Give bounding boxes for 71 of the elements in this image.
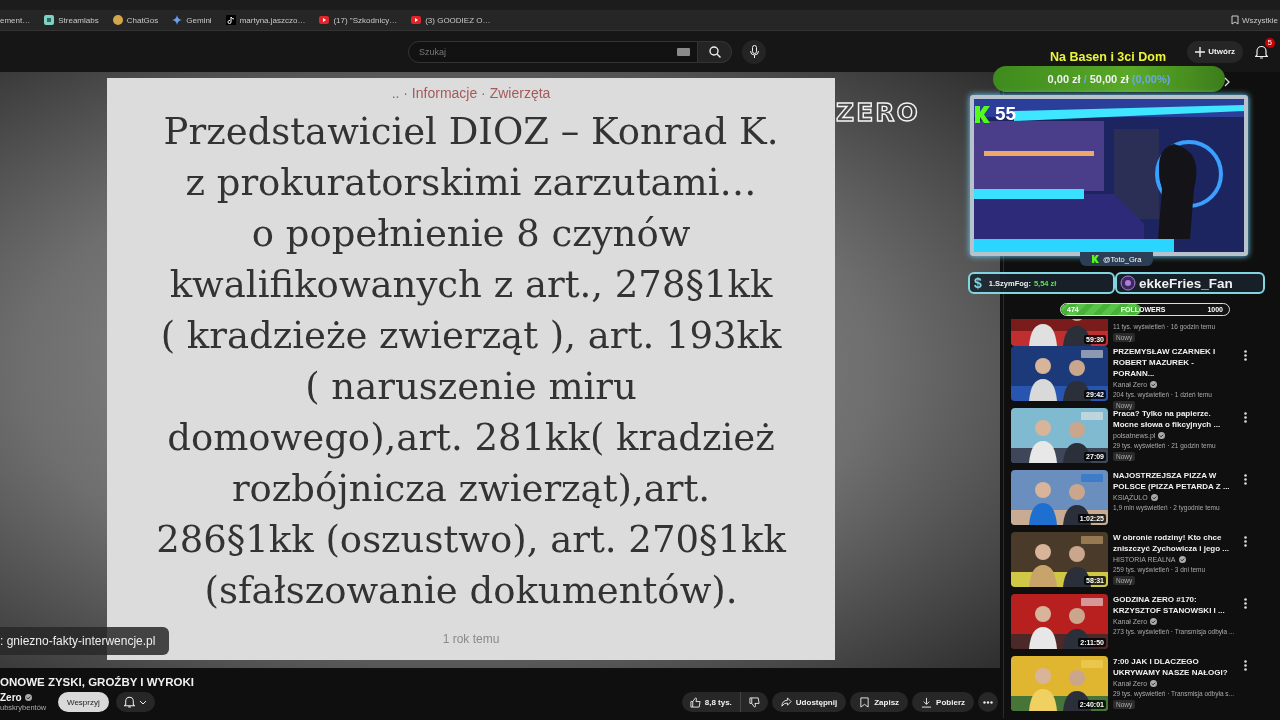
share-button[interactable]: Udostępnij <box>771 692 847 712</box>
mic-button[interactable] <box>742 39 766 64</box>
goal-amount: 0,00 zł <box>1047 73 1081 85</box>
more-icon[interactable] <box>1244 474 1247 485</box>
mic-icon <box>749 45 759 58</box>
bookmark-link[interactable]: ement… <box>0 15 31 25</box>
video-title[interactable]: GODZINA ZERO #170: KRZYSZTOF STANOWSKI I ... <box>1113 594 1235 616</box>
search-field[interactable]: Szukaj <box>408 40 698 63</box>
viewer-count: 55 <box>995 103 1017 125</box>
notification-button[interactable] <box>115 692 155 712</box>
bookmark-icon[interactable] <box>1231 15 1239 25</box>
bookmark-folder[interactable]: Wszystkie <box>1242 15 1278 25</box>
support-button[interactable]: Wesprzyj <box>58 692 109 712</box>
verified-icon <box>24 694 32 701</box>
logo-icon <box>1092 255 1099 263</box>
breadcrumb: .. · Informacje · Zwierzęta <box>391 84 551 102</box>
more-icon[interactable] <box>1244 350 1247 361</box>
notification-badge: 5 <box>1264 37 1275 48</box>
create-button[interactable]: Utwórz <box>1187 40 1243 63</box>
channel-name[interactable]: Zero <box>0 692 22 703</box>
dollar-sign: $ <box>974 275 982 291</box>
keyboard-icon[interactable] <box>677 47 690 56</box>
video-title[interactable]: NAJOSTRZEJSZA PIZZA W POLSCE (PIZZA PETARDA Z ... <box>1113 470 1235 492</box>
goal-percent: (0,00%) <box>1131 73 1171 85</box>
play-icon[interactable] <box>411 15 422 25</box>
bookmark-link[interactable]: martyna.jaszczo… <box>239 15 306 25</box>
app-icon[interactable] <box>44 15 55 25</box>
post-date: 1 rok temu <box>442 632 500 646</box>
download-icon <box>921 696 933 708</box>
chevron-icon[interactable] <box>1224 77 1230 87</box>
logo-icon <box>975 105 990 123</box>
slide-heading: Przedstawiciel DIOZ – Konrad K. z prokuratorskimi zarzutami… o popełnienie 8 czynów kwalifikowanych z art., 278§1kk ( kradzieże zwierząt ), art. 193kk ( naruszenie miru domowego),art. 281kk( kradzież rozbójnicza zwierząt),art. 286§1kk (oszustwo), art. 270§1kk (sfałszowanie dokumentów). <box>156 109 786 614</box>
bookmark-link[interactable]: (17) "Szkodnicy… <box>333 15 398 25</box>
more-icon[interactable] <box>1244 536 1247 547</box>
source-caption: : gniezno-fakty-interwencje.pl <box>0 627 170 655</box>
play-icon[interactable] <box>319 15 330 25</box>
circle-icon[interactable] <box>112 15 123 25</box>
bookmark-link[interactable]: ChatGos <box>126 15 159 25</box>
download-button[interactable]: Pobierz <box>912 692 974 712</box>
bookmark-link[interactable]: Gemini <box>186 15 212 25</box>
video-title[interactable]: PRZEMYSŁAW CZARNEK I ROBERT MAZUREK - PORANN... <box>1113 346 1235 379</box>
video-title[interactable]: W obronie rodziny! Kto chce zniszczyć Zychowicza i jego ... <box>1113 532 1235 554</box>
note-icon[interactable] <box>225 15 236 25</box>
plus-icon <box>1195 46 1206 57</box>
goal-separator: / <box>1083 73 1087 85</box>
video-title: ONOWE ZYSKI, GROŹBY I WYROKI <box>0 676 196 688</box>
follower-name: ekkeFries_Fan <box>1139 275 1233 291</box>
bell-icon <box>123 696 135 708</box>
video-title[interactable]: Praca? Tylko na papierze. Mocne słowa o fikcyjnych ... <box>1113 408 1235 430</box>
bell-icon[interactable] <box>1255 44 1268 59</box>
goal-title: Na Basen i 3ci Dom <box>1049 50 1167 64</box>
thumb-up-icon <box>689 696 701 708</box>
more-icon[interactable] <box>1244 660 1247 671</box>
search-button[interactable] <box>698 40 732 63</box>
more-icon <box>983 700 993 704</box>
bookmark-icon <box>859 696 871 708</box>
more-icon[interactable] <box>1244 598 1247 609</box>
more-icon[interactable] <box>1244 412 1247 423</box>
avatar-icon <box>1120 275 1136 291</box>
save-button[interactable]: Zapisz <box>850 692 909 712</box>
caret-icon <box>138 699 147 705</box>
video-title[interactable]: 7:00 JAK I DLACZEGO UKRYWAMY NASZE NAŁOGI? <box>1113 656 1235 678</box>
channel-logo: ZERO <box>836 98 920 127</box>
more-button[interactable] <box>978 692 998 712</box>
thumb-down-icon <box>748 696 760 708</box>
bookmark-link[interactable]: (3) GOODIEZ O… <box>425 15 491 25</box>
sparkle-icon[interactable] <box>172 15 183 25</box>
search-icon <box>708 45 721 58</box>
goal-target: 50,00 zł <box>1089 73 1129 85</box>
bookmark-link[interactable]: Streamlabs <box>58 15 99 25</box>
share-icon <box>780 696 792 708</box>
